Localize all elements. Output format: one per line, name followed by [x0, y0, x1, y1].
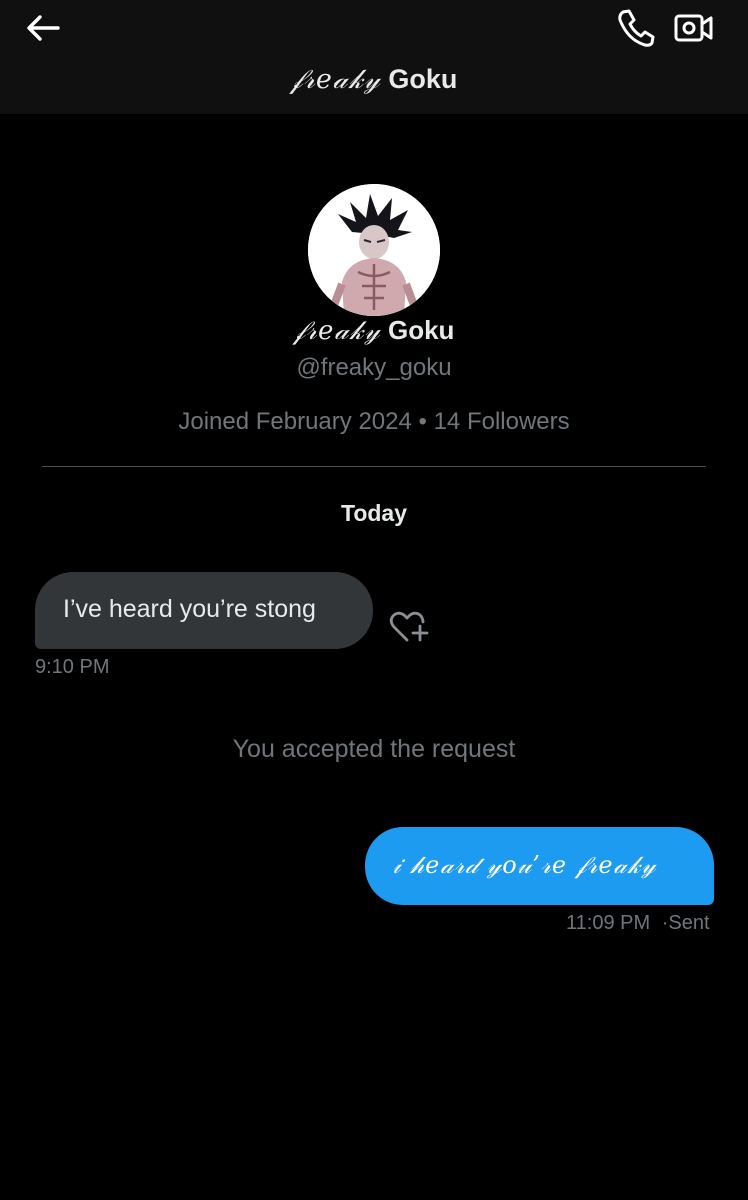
message-status: Sent — [668, 912, 710, 934]
video-call-button[interactable] — [672, 8, 716, 46]
video-camera-icon — [674, 14, 713, 42]
outgoing-message-text: 𝒾 𝒽𝑒𝒶𝓇𝒹 𝓎𝑜𝓊’𝓇𝑒 𝒻𝓇𝑒𝒶𝓀𝓎 — [393, 851, 657, 879]
call-button[interactable] — [614, 6, 658, 48]
joined-date: Joined February 2024 — [178, 408, 412, 435]
divider — [42, 466, 706, 467]
incoming-message-time: 9:10 PM — [35, 656, 110, 678]
profile-stats: Joined February 2024 • 14 Followers — [0, 408, 748, 436]
profile-avatar[interactable] — [308, 184, 440, 316]
profile-handle[interactable]: @freaky_goku — [0, 354, 748, 382]
outgoing-message-meta: 11:09 PM ·Sent — [566, 912, 710, 934]
followers-count[interactable]: 14 Followers — [434, 408, 570, 435]
incoming-message-bubble[interactable]: I’ve heard you’re stong — [35, 572, 373, 649]
outgoing-message-bubble[interactable]: 𝒾 𝒽𝑒𝒶𝓇𝒹 𝓎𝑜𝓊’𝓇𝑒 𝒻𝓇𝑒𝒶𝓀𝓎 — [365, 827, 714, 905]
profile-name-text: Goku — [387, 315, 455, 345]
date-separator: Today — [340, 500, 408, 526]
character-avatar-image — [308, 184, 440, 316]
outgoing-message-time: 11:09 PM — [566, 912, 651, 934]
conversation-header: 𝒻𝓇𝑒𝒶𝓀𝓎 Goku — [0, 0, 748, 114]
heart-plus-icon — [389, 611, 429, 642]
profile-name[interactable]: 𝒻𝓇𝑒𝒶𝓀𝓎 Goku — [0, 315, 748, 347]
conversation-title[interactable]: 𝒻𝓇𝑒𝒶𝓀𝓎 Goku — [0, 64, 748, 96]
back-button[interactable] — [22, 10, 66, 46]
stats-separator: • — [418, 408, 427, 435]
profile-name-fancy: 𝒻𝓇𝑒𝒶𝓀𝓎 — [293, 316, 381, 346]
title-name: Goku — [388, 64, 458, 94]
request-accepted-notice: You accepted the request — [232, 735, 516, 763]
title-fancy-text: 𝒻𝓇𝑒𝒶𝓀𝓎 — [290, 64, 381, 95]
arrow-left-icon — [27, 15, 60, 41]
phone-icon — [618, 9, 655, 47]
add-reaction-button[interactable] — [386, 606, 432, 650]
